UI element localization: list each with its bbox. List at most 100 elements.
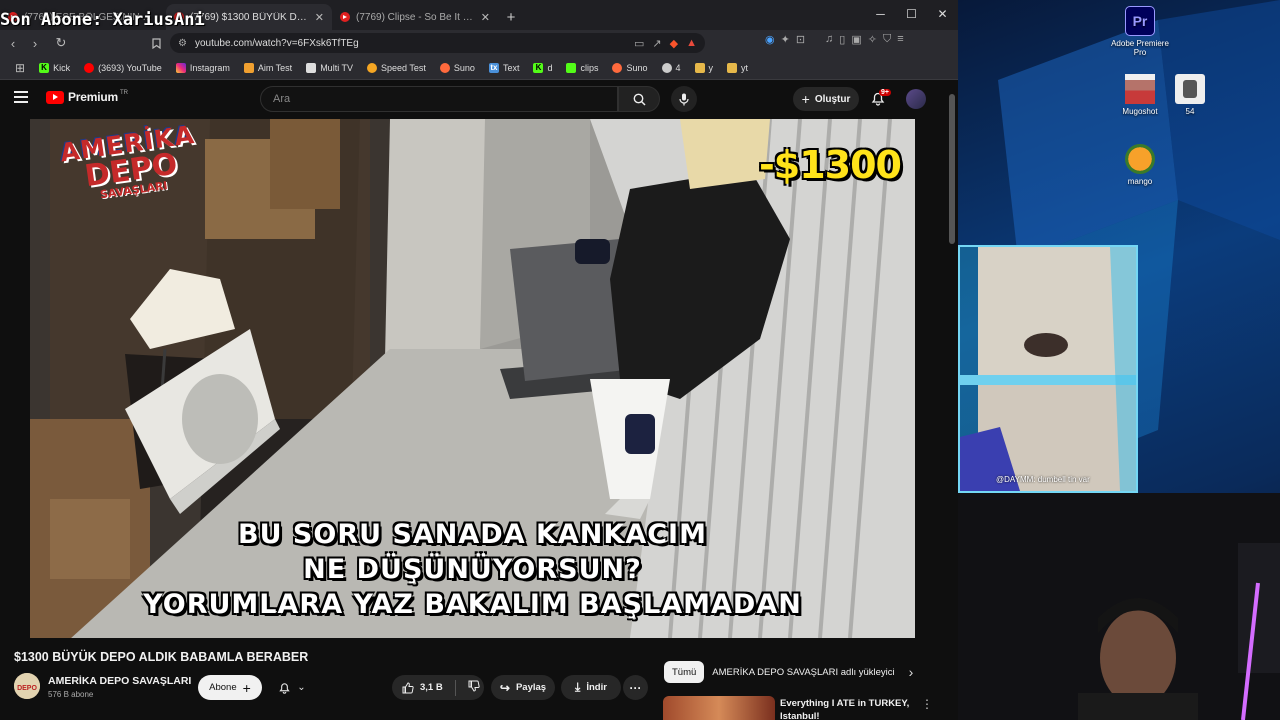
bookmark-4[interactable]: 4 <box>655 62 688 73</box>
music-icon[interactable]: ♫ <box>825 33 833 46</box>
mugoshot-icon <box>1125 74 1155 104</box>
share-icon[interactable]: ↗ <box>652 37 661 50</box>
desktop-icon-54[interactable]: 54 <box>1160 74 1220 116</box>
back-icon[interactable]: ‹ <box>2 32 24 54</box>
subscribe-button[interactable]: Abone + <box>198 675 262 700</box>
cast-icon[interactable]: ▭ <box>634 37 644 50</box>
screenshot-icon[interactable]: ⊡ <box>796 33 805 46</box>
vpn-icon[interactable]: ⛉ <box>883 33 891 46</box>
menu-icon[interactable]: ≡ <box>897 33 903 46</box>
bookmark-label: clips <box>580 62 599 73</box>
bookmark-icon[interactable] <box>145 32 167 54</box>
kick-icon: K <box>533 62 544 73</box>
account-avatar[interactable] <box>906 89 926 109</box>
tab-title: (7769) $1300 BÜYÜK DEPO ALDIK... <box>190 11 309 23</box>
subscribe-label: Abone <box>209 682 237 693</box>
search-input[interactable]: Ara <box>260 86 618 112</box>
close-tab-icon[interactable]: ✕ <box>481 11 490 24</box>
download-label: İndir <box>586 682 607 693</box>
like-button[interactable]: 3,1 B <box>402 681 443 694</box>
search-button[interactable] <box>618 86 660 112</box>
browser-tab-3[interactable]: (7769) Clipse - So Be It (Official Music… <box>332 4 498 30</box>
video-title: $1300 BÜYÜK DEPO ALDIK BABAMLA BERABER <box>14 650 309 664</box>
channel-name[interactable]: AMERİKA DEPO SAVAŞLARI <box>48 675 191 687</box>
apps-icon[interactable]: ⊞ <box>8 61 32 75</box>
create-button[interactable]: + Oluştur <box>793 87 859 111</box>
forward-icon[interactable]: › <box>24 32 46 54</box>
bookmark-folder-yt[interactable]: yt <box>720 62 755 73</box>
recommendation-chips: Tümü AMERİKA DEPO SAVAŞLARI adlı yükleyi… <box>664 661 913 683</box>
brave-rewards-icon[interactable]: ▲ <box>686 37 697 50</box>
bookmark-folder-y[interactable]: y <box>688 62 721 73</box>
instagram-icon <box>175 62 186 73</box>
stream-chat-overlay: @DAYMM: dumbell tin var <box>958 245 1138 493</box>
bookmark-multi-tv[interactable]: Multi TV <box>299 62 360 73</box>
cloud-icon <box>367 62 378 73</box>
video-player[interactable]: AMERİKA DEPO SAVAŞLARI -$1300 BU SORU SA… <box>30 119 915 638</box>
plus-icon: + <box>801 91 810 107</box>
close-tab-icon[interactable]: ✕ <box>315 11 324 24</box>
bookmark-suno-2[interactable]: Suno <box>605 62 654 73</box>
bookmark-clips[interactable]: clips <box>559 62 605 73</box>
bookmark-suno[interactable]: Suno <box>433 62 482 73</box>
dislike-button[interactable] <box>468 680 480 695</box>
folder-icon <box>694 62 705 73</box>
caption-line-3: YORUMLARA YAZ BAKALIM BAŞLAMADAN <box>143 589 802 620</box>
download-button[interactable]: ⤓ İndir <box>561 675 621 700</box>
leo-icon[interactable]: ✧ <box>868 33 877 46</box>
desktop-icon-label: Adobe Premiere Pro <box>1111 39 1169 57</box>
webcam-feed <box>958 493 1280 720</box>
hamburger-menu-icon[interactable] <box>14 91 28 103</box>
desktop-icon-label: mango <box>1127 177 1153 186</box>
share-label: Paylaş <box>515 682 547 693</box>
youtube-premium-logo[interactable]: Premium TR <box>46 90 128 104</box>
bookmark-d[interactable]: Kd <box>526 62 559 73</box>
more-vertical-icon[interactable]: ⋮ <box>921 697 933 711</box>
maximize-icon[interactable]: ☐ <box>896 0 927 28</box>
minimize-icon[interactable]: ─ <box>865 0 896 28</box>
site-settings-icon[interactable]: ⚙ <box>178 38 187 49</box>
puzzle-icon[interactable]: ✦ <box>781 33 790 46</box>
chip-from-uploader[interactable]: AMERİKA DEPO SAVAŞLARI adlı yükleyici <box>712 661 894 683</box>
desktop-icon-premiere[interactable]: Pr Adobe Premiere Pro <box>1110 6 1170 57</box>
plus-icon: + <box>242 679 251 696</box>
caption-line-1: BU SORU SANADA KANKACIM <box>238 519 707 550</box>
chip-all[interactable]: Tümü <box>664 661 705 683</box>
sidebar-icon[interactable]: ▯ <box>839 33 845 46</box>
bookmark-kick[interactable]: K Kick <box>32 62 77 73</box>
wallet2-icon[interactable]: ▣ <box>851 33 861 46</box>
bookmark-aim-test[interactable]: Aim Test <box>237 62 299 73</box>
search-icon <box>633 93 646 106</box>
brave-shield-icon[interactable]: ◆ <box>670 37 678 50</box>
channel-subscribers: 576 B abone <box>48 690 94 699</box>
share-button[interactable]: ↪ Paylaş <box>491 675 555 700</box>
bookmark-label: Aim Test <box>257 62 293 73</box>
recommended-video-thumbnail[interactable] <box>663 696 775 720</box>
close-window-icon[interactable]: ✕ <box>927 0 958 28</box>
chips-next-chevron-icon[interactable]: › <box>909 664 914 680</box>
bookmark-label: Instagram <box>189 62 230 73</box>
chevron-down-icon: ⌄ <box>297 682 306 693</box>
scrollbar-thumb[interactable] <box>949 94 955 244</box>
recommended-video-title[interactable]: Everything I ATE in TURKEY, Istanbul! <box>780 697 920 720</box>
voice-search-button[interactable] <box>671 86 697 112</box>
url-text: youtube.com/watch?v=6FXsk6TfTEg <box>194 37 359 49</box>
channel-avatar[interactable]: DEPO <box>14 673 40 699</box>
bookmark-instagram[interactable]: Instagram <box>169 62 237 73</box>
address-bar[interactable]: ⚙ youtube.com/watch?v=6FXsk6TfTEg ▭ ↗ ◆ … <box>170 33 705 53</box>
wallet-icon[interactable]: ◉ <box>765 33 775 46</box>
bookmark-label: Speed Test <box>381 62 426 73</box>
more-actions-button[interactable]: ··· <box>623 675 648 700</box>
bookmark-text[interactable]: tx Text <box>482 62 527 73</box>
bookmark-speed-test[interactable]: Speed Test <box>360 62 433 73</box>
bookmark-label: Suno <box>626 62 648 73</box>
bookmark-youtube[interactable]: (3693) YouTube <box>77 62 169 73</box>
fox-icon <box>243 62 254 73</box>
reload-icon[interactable]: ↻ <box>50 32 72 54</box>
page-scrollbar[interactable] <box>946 80 958 720</box>
desktop-icon-mango[interactable]: mango <box>1110 144 1170 186</box>
bookmark-label: 4 <box>675 62 681 73</box>
notification-settings-button[interactable]: ⌄ <box>268 675 316 700</box>
youtube-icon <box>340 12 350 22</box>
new-tab-button[interactable]: + <box>498 4 524 30</box>
